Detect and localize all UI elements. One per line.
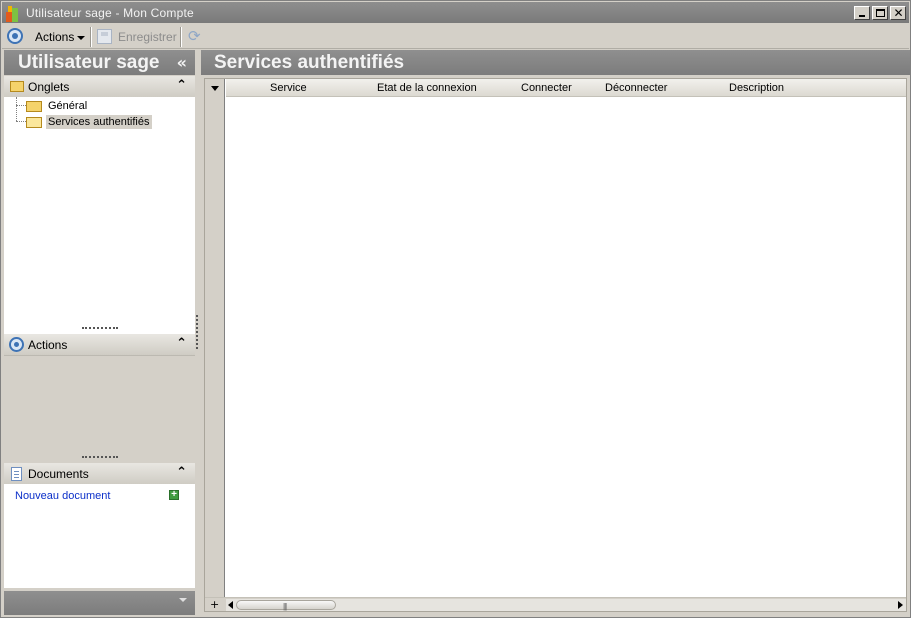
sage-logo-icon [6, 6, 22, 22]
main-window: Utilisateur sage - Mon Compte ✕ Actions … [0, 0, 911, 618]
tree-item-services-authentifies[interactable]: Services authentifiés [26, 114, 152, 130]
left-panel: Utilisateur sage « Onglets ⌃ Général Ser… [4, 50, 195, 616]
left-panel-title: Utilisateur sage [18, 52, 160, 73]
column-chooser-icon[interactable] [211, 86, 219, 91]
minimize-button[interactable] [854, 6, 870, 20]
collapse-panel-icon[interactable]: « [177, 53, 187, 72]
scroll-left-icon[interactable] [228, 601, 233, 609]
section-actions-title: Actions [28, 338, 68, 352]
minimize-icon [859, 15, 865, 17]
section-splitter[interactable] [82, 456, 118, 459]
folder-icon [26, 100, 42, 112]
actions-section-body [4, 356, 195, 456]
tree-connector [16, 121, 26, 122]
section-splitter[interactable] [82, 327, 118, 330]
main-panel: Services authentifiés Service Etat de la… [201, 50, 910, 616]
left-panel-footer [4, 591, 195, 615]
section-actions-header[interactable]: Actions ⌃ [4, 334, 195, 356]
horizontal-scrollbar[interactable]: ||| [226, 599, 906, 611]
refresh-icon[interactable]: ⟳ [188, 27, 204, 45]
maximize-icon [876, 9, 885, 17]
documents-section-body: Nouveau document + [4, 484, 195, 588]
tree-connector [16, 105, 26, 106]
save-button[interactable]: Enregistrer [118, 30, 177, 44]
section-documents-header[interactable]: Documents ⌃ [4, 463, 195, 485]
close-button[interactable]: ✕ [890, 6, 906, 20]
chevron-down-icon [77, 35, 86, 40]
nav-circle-icon[interactable] [7, 28, 23, 44]
services-grid: Service Etat de la connexion Connecter D… [204, 78, 907, 612]
chevron-up-icon[interactable]: ⌃ [176, 336, 187, 351]
scroll-grip-icon: ||| [283, 602, 287, 611]
grid-footer: + ||| [205, 597, 906, 611]
section-documents-title: Documents [28, 467, 89, 481]
tree-item-label: Général [48, 100, 88, 112]
toolbar: Actions Enregistrer ⟳ [2, 24, 909, 49]
actions-menu-label: Actions [35, 30, 75, 44]
section-onglets-title: Onglets [28, 80, 70, 94]
add-row-icon[interactable]: + [210, 598, 219, 611]
column-header-description[interactable]: Description [729, 82, 784, 94]
actions-circle-icon [9, 337, 24, 352]
window-title-separator: - [111, 6, 124, 20]
scroll-right-icon[interactable] [898, 601, 903, 609]
window-controls: ✕ [854, 6, 906, 20]
toolbar-divider [90, 27, 92, 47]
document-icon [11, 467, 22, 481]
left-panel-header: Utilisateur sage « [4, 50, 195, 75]
chevron-up-icon[interactable]: ⌃ [176, 78, 187, 93]
chevron-up-icon[interactable]: ⌃ [176, 465, 187, 480]
tree-item-label: Services authentifiés [46, 115, 152, 129]
tree-connector [16, 97, 17, 121]
window-title: Utilisateur sage - Mon Compte [26, 6, 194, 20]
scroll-thumb[interactable]: ||| [236, 600, 336, 611]
actions-menu-button[interactable]: Actions [35, 30, 86, 44]
column-header-connecter[interactable]: Connecter [521, 82, 572, 94]
window-title-main: Utilisateur sage [26, 6, 112, 20]
grid-row-header-column [205, 79, 225, 611]
column-header-deconnecter[interactable]: Déconnecter [605, 82, 667, 94]
add-icon[interactable]: + [169, 490, 179, 500]
toolbar-divider [180, 27, 182, 47]
folder-open-icon [26, 116, 42, 128]
chevron-down-icon[interactable] [179, 598, 187, 602]
main-panel-header: Services authentifiés [201, 50, 910, 75]
tree-item-general[interactable]: Général [26, 98, 89, 114]
section-onglets-header[interactable]: Onglets ⌃ [4, 76, 195, 98]
window-title-sub: Mon Compte [123, 6, 194, 20]
close-icon: ✕ [893, 6, 904, 20]
maximize-button[interactable] [872, 6, 888, 20]
folder-icon [10, 81, 24, 92]
main-panel-title: Services authentifiés [214, 52, 405, 73]
title-bar[interactable]: Utilisateur sage - Mon Compte ✕ [2, 2, 909, 23]
column-header-service[interactable]: Service [270, 82, 307, 94]
save-icon [97, 29, 112, 44]
panel-splitter[interactable] [196, 315, 199, 349]
grid-header-row: Service Etat de la connexion Connecter D… [226, 79, 906, 97]
new-document-link[interactable]: Nouveau document [15, 490, 110, 502]
column-header-etat-connexion[interactable]: Etat de la connexion [377, 82, 477, 94]
